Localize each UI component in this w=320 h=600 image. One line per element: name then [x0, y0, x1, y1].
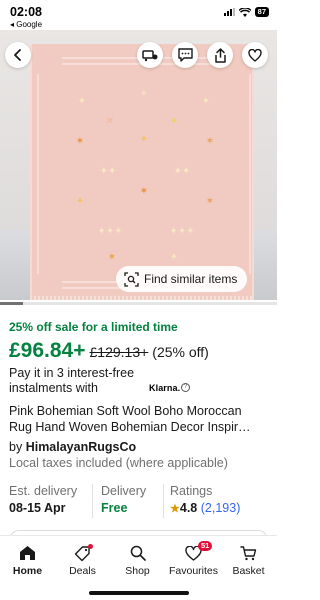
- info-icon[interactable]: ?: [181, 383, 190, 392]
- message-icon: [177, 48, 193, 62]
- share-button[interactable]: [207, 42, 233, 68]
- favourites-badge: 51: [198, 541, 213, 551]
- star-icon: ★: [170, 503, 180, 515]
- rating-count-link[interactable]: (2,193): [201, 501, 241, 515]
- sale-banner: 25% off sale for a limited time: [9, 320, 178, 334]
- favourite-button[interactable]: [242, 42, 268, 68]
- svg-text:✦: ✦: [202, 96, 210, 107]
- basket-icon: [240, 546, 257, 561]
- current-price: £96.84+: [9, 339, 86, 362]
- find-similar-button[interactable]: Find similar items: [116, 266, 248, 292]
- listing-title-line2: Rug Hand Woven Bohemian Decor Inspir…: [9, 420, 251, 434]
- share-icon: [214, 47, 226, 63]
- original-price: £129.13+: [89, 344, 149, 360]
- cart-button[interactable]: [137, 42, 163, 68]
- status-indicators: 87: [223, 7, 269, 17]
- nav-basket[interactable]: Basket: [221, 544, 276, 577]
- nav-home-label: Home: [12, 565, 43, 577]
- fact-divider: [92, 484, 93, 518]
- instalments-text-line1: Pay it in 3 interest-free: [9, 366, 135, 380]
- taxes-note: Local taxes included (where applicable): [9, 456, 228, 470]
- seller-line: by HimalayanRugsCo: [9, 440, 136, 454]
- listing-facts: Est. delivery 08-15 Apr Delivery Free Ra…: [9, 484, 269, 520]
- svg-text:✦: ✦: [170, 252, 178, 263]
- seller-name-link[interactable]: HimalayanRugsCo: [26, 440, 136, 454]
- nav-shop-label: Shop: [125, 565, 150, 577]
- product-image-rug: ✦ + ✦ ✕ ✦ ✶ ✦ ✶ ✦✦ ✶ ✦✦ ✦ ✶ ✦✦✦ ✦✦✦ ✶ ✦: [30, 44, 254, 300]
- nav-shop[interactable]: Shop: [110, 544, 165, 577]
- svg-text:✶: ✶: [206, 136, 214, 147]
- klarna-logo: Klarna.: [149, 383, 181, 393]
- nav-favourites[interactable]: 51 Favourites: [166, 541, 221, 577]
- discount-percent: (25% off): [152, 344, 209, 360]
- ratings-value: ★4.8 (2,193): [170, 501, 240, 515]
- est-delivery-value: 08-15 Apr: [9, 501, 66, 515]
- nav-favourites-label: Favourites: [168, 565, 219, 577]
- home-icon: [20, 546, 35, 560]
- delivery-label: Delivery: [101, 484, 147, 498]
- rating-score: 4.8: [179, 501, 198, 515]
- fact-divider: [163, 484, 164, 518]
- similar-search-icon: [124, 271, 139, 287]
- svg-text:✶: ✶: [140, 186, 148, 197]
- nav-home[interactable]: Home: [0, 544, 55, 577]
- svg-text:✦✦: ✦✦: [100, 166, 117, 177]
- seller-prefix: by: [9, 440, 26, 454]
- svg-text:✦✦✦: ✦✦✦: [169, 226, 194, 237]
- ratings-label: Ratings: [170, 484, 213, 498]
- product-image-carousel[interactable]: ✦ + ✦ ✕ ✦ ✶ ✦ ✶ ✦✦ ✶ ✦✦ ✦ ✶ ✦✦✦ ✦✦✦ ✶ ✦: [0, 30, 277, 300]
- est-delivery-label: Est. delivery: [9, 484, 78, 498]
- svg-text:✦: ✦: [78, 96, 86, 107]
- nav-deals[interactable]: Deals: [55, 544, 110, 577]
- status-bar: 02:08 ◂ Google 87: [0, 0, 277, 30]
- svg-text:✦: ✦: [140, 134, 148, 145]
- heart-icon: [248, 48, 262, 62]
- svg-text:✶: ✶: [108, 252, 116, 263]
- back-arrow-icon: [14, 49, 21, 61]
- carousel-progress: [0, 302, 23, 305]
- svg-text:✶: ✶: [206, 196, 214, 207]
- svg-text:✦✦: ✦✦: [174, 166, 191, 177]
- svg-text:✦: ✦: [170, 116, 178, 127]
- status-time: 02:08: [10, 5, 42, 19]
- listing-title[interactable]: Pink Bohemian Soft Wool Boho Moroccan Ru…: [9, 403, 271, 435]
- signal-icon: [223, 8, 235, 16]
- back-to-google-link[interactable]: ◂ Google: [10, 20, 42, 29]
- wifi-icon: [238, 7, 251, 17]
- listing-title-line1: Pink Bohemian Soft Wool Boho Moroccan: [9, 404, 242, 418]
- svg-text:✕: ✕: [106, 116, 114, 127]
- fact-est-delivery: Est. delivery 08-15 Apr: [9, 484, 77, 515]
- svg-text:+: +: [140, 88, 148, 99]
- message-button[interactable]: [172, 42, 198, 68]
- battery-icon: 87: [254, 7, 269, 17]
- find-similar-label: Find similar items: [144, 272, 238, 286]
- fact-delivery-cost: Delivery Free: [101, 484, 146, 515]
- notification-dot: [88, 544, 93, 549]
- rug-pattern: ✦ + ✦ ✕ ✦ ✶ ✦ ✶ ✦✦ ✶ ✦✦ ✦ ✶ ✦✦✦ ✦✦✦ ✶ ✦: [37, 57, 251, 289]
- nav-deals-label: Deals: [69, 565, 96, 577]
- price-row: £96.84+ £129.13+ (25% off): [9, 339, 209, 363]
- home-indicator: [89, 591, 189, 595]
- search-icon: [130, 545, 146, 561]
- delivery-value: Free: [101, 501, 128, 515]
- carousel-track: [0, 302, 277, 305]
- svg-text:✦✦✦: ✦✦✦: [97, 226, 122, 237]
- instalments-text-line2: instalments with: [9, 381, 98, 395]
- svg-text:✶: ✶: [76, 136, 84, 147]
- cart-icon: [142, 50, 158, 62]
- fact-ratings[interactable]: Ratings ★4.8 (2,193): [170, 484, 240, 515]
- back-button[interactable]: [5, 42, 31, 68]
- nav-basket-label: Basket: [232, 565, 265, 577]
- svg-text:✦: ✦: [76, 196, 84, 207]
- rug-fringe: [30, 296, 254, 300]
